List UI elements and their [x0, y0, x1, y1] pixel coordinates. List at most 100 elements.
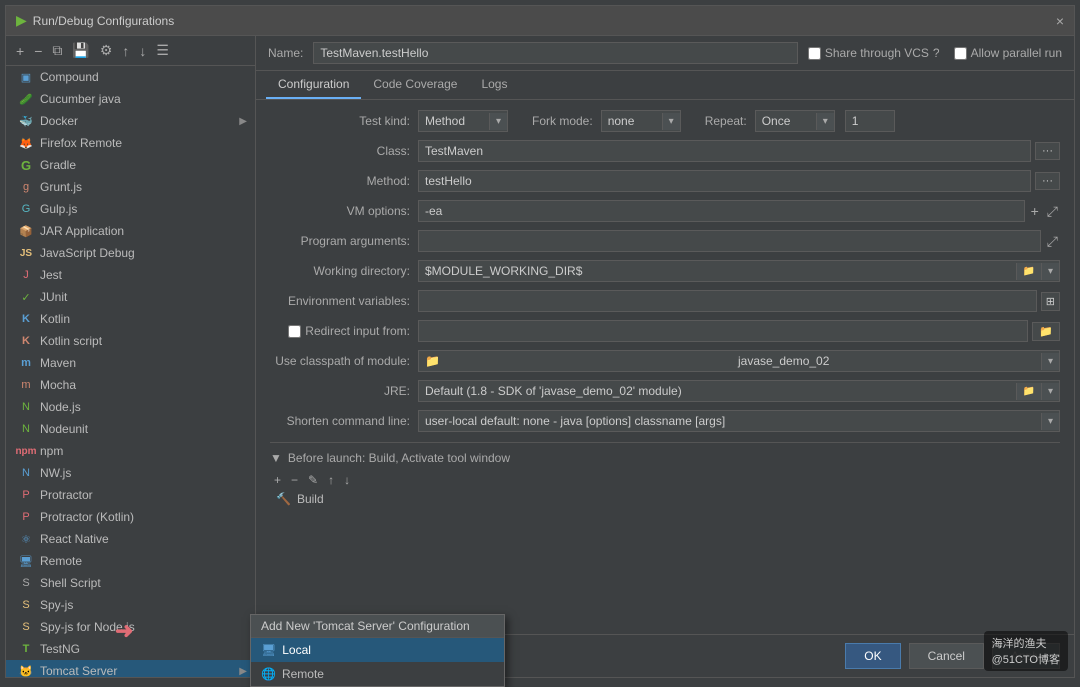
jre-row: JRE: Default (1.8 - SDK of 'javase_demo_…: [270, 380, 1060, 402]
submenu-item-remote[interactable]: 🌐 Remote: [251, 662, 504, 686]
sidebar-item-compound[interactable]: ▣ Compound: [6, 66, 255, 88]
sidebar-item-cucumber[interactable]: 🥒 Cucumber java: [6, 88, 255, 110]
repeat-number-input[interactable]: [845, 110, 895, 132]
vm-options-input[interactable]: [418, 200, 1025, 222]
bl-down-button[interactable]: ↓: [340, 471, 354, 489]
env-vars-input[interactable]: [418, 290, 1037, 312]
grunt-icon: g: [18, 179, 34, 195]
program-args-expand-button[interactable]: ⤢: [1045, 233, 1060, 250]
jre-dropdown[interactable]: Default (1.8 - SDK of 'javase_demo_02' m…: [418, 380, 1060, 402]
method-input[interactable]: [418, 170, 1031, 192]
test-kind-dropdown[interactable]: Method ▾: [418, 110, 508, 132]
bl-up-button[interactable]: ↑: [324, 471, 338, 489]
sidebar-item-nodeunit[interactable]: N Nodeunit: [6, 418, 255, 440]
sidebar-item-firefox[interactable]: 🦊 Firefox Remote: [6, 132, 255, 154]
working-dir-folder[interactable]: 📁: [1016, 263, 1041, 280]
class-browse-button[interactable]: ···: [1035, 142, 1060, 160]
sidebar-item-jest[interactable]: J Jest: [6, 264, 255, 286]
working-dir-dropdown[interactable]: $MODULE_WORKING_DIR$ 📁 ▾: [418, 260, 1060, 282]
sidebar-item-react-native[interactable]: ⚛ React Native: [6, 528, 255, 550]
classpath-arrow[interactable]: ▾: [1041, 353, 1059, 370]
name-label: Name:: [268, 46, 303, 60]
tab-logs[interactable]: Logs: [469, 71, 519, 99]
parallel-run-checkbox[interactable]: [954, 47, 967, 60]
up-config-button[interactable]: ↑: [118, 41, 133, 61]
shorten-cmd-arrow[interactable]: ▾: [1041, 413, 1059, 430]
sidebar-item-spy-node[interactable]: S Spy-js for Node.js: [6, 616, 255, 638]
share-vcs-checkbox[interactable]: [808, 47, 821, 60]
jsdebug-icon: JS: [18, 245, 34, 261]
working-dir-arrow[interactable]: ▾: [1041, 263, 1059, 280]
bl-edit-button[interactable]: ✎: [304, 471, 322, 489]
redirect-browse-button[interactable]: 📁: [1032, 322, 1060, 341]
bl-remove-button[interactable]: −: [287, 471, 302, 489]
jre-folder-btn[interactable]: 📁: [1016, 383, 1041, 400]
cancel-button[interactable]: Cancel: [909, 643, 984, 669]
sidebar-item-remote[interactable]: 🖥 Remote: [6, 550, 255, 572]
settings-config-button[interactable]: ⚙: [96, 40, 117, 61]
fork-mode-arrow[interactable]: ▾: [662, 113, 680, 130]
program-args-input[interactable]: [418, 230, 1041, 252]
tab-configuration[interactable]: Configuration: [266, 71, 361, 99]
menu-config-button[interactable]: ☰: [152, 40, 173, 61]
class-input[interactable]: [418, 140, 1031, 162]
repeat-arrow[interactable]: ▾: [816, 113, 834, 130]
sidebar-item-spy-js[interactable]: S Spy-js: [6, 594, 255, 616]
program-args-control: ⤢: [418, 230, 1060, 252]
sidebar-item-kotlin-script[interactable]: K Kotlin script: [6, 330, 255, 352]
test-kind-arrow[interactable]: ▾: [489, 113, 507, 130]
vm-fullscreen-button[interactable]: ⤢: [1045, 203, 1060, 220]
repeat-dropdown[interactable]: Once ▾: [755, 110, 835, 132]
sidebar-item-shell[interactable]: S Shell Script: [6, 572, 255, 594]
sidebar-item-jar[interactable]: 📦 JAR Application: [6, 220, 255, 242]
method-row: Method: ···: [270, 170, 1060, 192]
sidebar-item-testng[interactable]: T TestNG: [6, 638, 255, 660]
sidebar-item-junit[interactable]: ✓ JUnit: [6, 286, 255, 308]
save-config-button[interactable]: 💾: [68, 40, 93, 61]
down-config-button[interactable]: ↓: [135, 41, 150, 61]
env-vars-browse-button[interactable]: ⊞: [1041, 292, 1060, 311]
before-launch-toolbar: + − ✎ ↑ ↓: [270, 471, 1060, 489]
name-input[interactable]: [313, 42, 798, 64]
sidebar-item-tomcat[interactable]: 🐱 Tomcat Server ▶: [6, 660, 255, 677]
vm-options-row: VM options: + ⤢: [270, 200, 1060, 222]
sidebar-item-gulp[interactable]: G Gulp.js: [6, 198, 255, 220]
remove-config-button[interactable]: −: [30, 41, 46, 61]
before-launch-section: ▼ Before launch: Build, Activate tool wi…: [270, 442, 1060, 509]
sidebar-item-nodejs[interactable]: N Node.js: [6, 396, 255, 418]
before-launch-title: Before launch: Build, Activate tool wind…: [288, 451, 510, 465]
sidebar-item-docker[interactable]: 🐳 Docker ▶: [6, 110, 255, 132]
sidebar-item-maven[interactable]: m Maven: [6, 352, 255, 374]
add-config-button[interactable]: +: [12, 41, 28, 61]
tab-code-coverage[interactable]: Code Coverage: [361, 71, 469, 99]
shorten-cmd-dropdown[interactable]: user-local default: none - java [options…: [418, 410, 1060, 432]
sidebar-item-gradle[interactable]: G Gradle: [6, 154, 255, 176]
sidebar-item-kotlin[interactable]: K Kotlin: [6, 308, 255, 330]
firefox-icon: 🦊: [18, 135, 34, 151]
redirect-input-checkbox[interactable]: [288, 325, 301, 338]
submenu-item-local[interactable]: 🖥 Local: [251, 638, 504, 662]
sidebar-item-npm[interactable]: npm npm: [6, 440, 255, 462]
question-icon: ?: [933, 46, 940, 60]
redirect-input-field[interactable]: [418, 320, 1028, 342]
sidebar-item-protractor[interactable]: P Protractor: [6, 484, 255, 506]
bl-add-button[interactable]: +: [270, 471, 285, 489]
title-bar: ▶ Run/Debug Configurations ×: [6, 6, 1074, 36]
jre-arrow[interactable]: ▾: [1041, 383, 1059, 400]
redirect-input-control: 📁: [418, 320, 1060, 342]
sidebar-item-protractor-kotlin[interactable]: P Protractor (Kotlin): [6, 506, 255, 528]
sidebar-item-nw[interactable]: N NW.js: [6, 462, 255, 484]
vm-expand-button[interactable]: +: [1029, 203, 1041, 219]
fork-mode-dropdown[interactable]: none ▾: [601, 110, 681, 132]
method-browse-button[interactable]: ···: [1035, 172, 1060, 190]
copy-config-button[interactable]: ⧉: [48, 40, 66, 61]
test-kind-label: Test kind:: [270, 114, 410, 128]
classpath-dropdown[interactable]: 📁 javase_demo_02 ▾: [418, 350, 1060, 372]
ok-button[interactable]: OK: [845, 643, 900, 669]
sidebar-item-mocha[interactable]: m Mocha: [6, 374, 255, 396]
sidebar-item-label: Spy-js for Node.js: [40, 620, 247, 634]
sidebar-item-jsdebug[interactable]: JS JavaScript Debug: [6, 242, 255, 264]
sidebar: + − ⧉ 💾 ⚙ ↑ ↓ ☰ ▣ Compound 🥒 Cucumber ja…: [6, 36, 256, 677]
close-button[interactable]: ×: [1056, 13, 1064, 29]
sidebar-item-grunt[interactable]: g Grunt.js: [6, 176, 255, 198]
